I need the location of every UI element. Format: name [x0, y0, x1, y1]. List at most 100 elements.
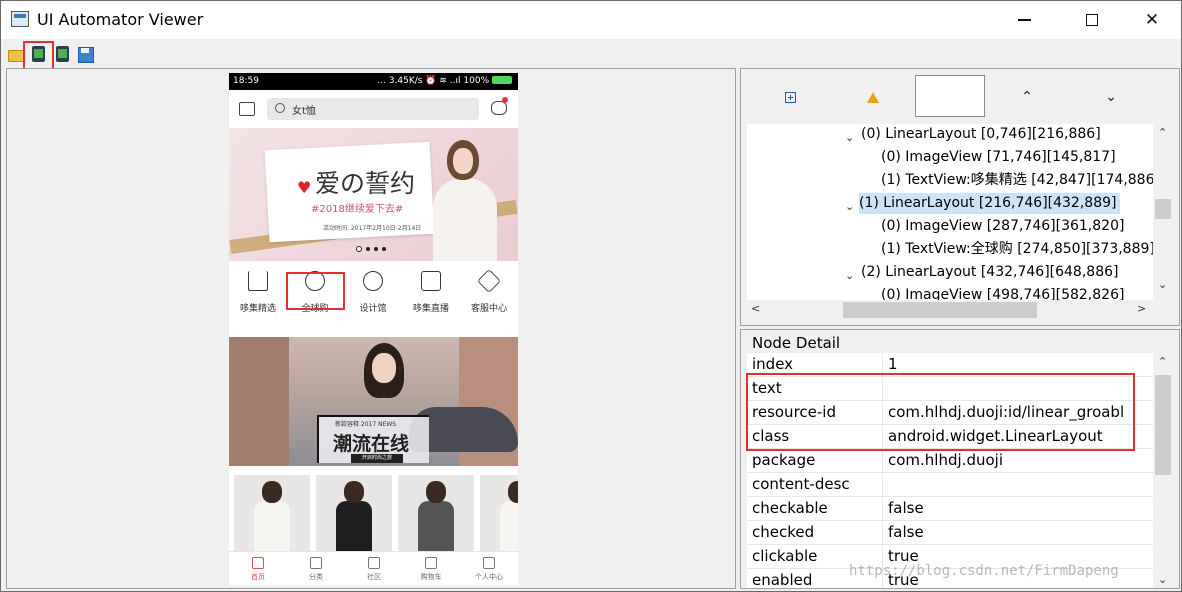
heart-icon: ♥	[297, 178, 312, 197]
selected-node-highlight	[286, 272, 345, 310]
watermark: https://blog.csdn.net/FirmDapeng	[849, 563, 1119, 579]
expand-all-button[interactable]	[778, 85, 802, 109]
tree-node[interactable]: (0) LinearLayout [0,746][216,886]	[861, 124, 1101, 145]
design-icon	[363, 271, 383, 291]
scroll-right-icon[interactable]: >	[1137, 302, 1146, 315]
close-button[interactable]: ✕	[1129, 1, 1175, 39]
product-thumbnail[interactable]	[234, 475, 310, 551]
banner-subtitle: #2018继续爱下去#	[311, 204, 404, 215]
phone-search-text: 女t恤	[292, 106, 316, 117]
expand-icon	[784, 91, 796, 103]
category-item[interactable]: 哆集精选	[229, 261, 287, 329]
banner-date: 活动时间: 2017年2月10日-2月14日	[323, 225, 422, 232]
promo-building-left	[229, 337, 289, 466]
tree-node[interactable]: (2) LinearLayout [432,746][648,886]	[861, 262, 1118, 283]
property-row[interactable]: package com.hlhdj.duoji	[747, 449, 1153, 473]
category-item[interactable]: 哆集直播	[402, 261, 460, 329]
product-thumbnail[interactable]	[480, 475, 518, 551]
minimize-button[interactable]	[1001, 1, 1047, 39]
window-title: UI Automator Viewer	[37, 10, 204, 29]
device-screenshot[interactable]: 18:59 ... 3.45K/s ⏰ ≋ ..ıl 100% 女t恤 ♥ 爱の…	[229, 73, 518, 585]
scroll-thumb[interactable]	[843, 302, 1037, 318]
status-indicators: ... 3.45K/s ⏰ ≋ ..ıl 100%	[377, 76, 514, 86]
status-time: 18:59	[233, 76, 259, 86]
tab-cart[interactable]: 购物车	[402, 552, 460, 585]
product-thumbnail[interactable]	[316, 475, 392, 551]
carousel-dots	[356, 246, 392, 255]
tree-node[interactable]: (0) ImageView [498,746][582,826]	[881, 285, 1124, 300]
warning-toggle-button[interactable]	[861, 85, 885, 109]
fashion-promo-banner[interactable]: 新款容释 2017 NEWS 潮流在线 开启时尚之旅	[229, 337, 518, 466]
hierarchy-tree[interactable]: ⌄ (0) LinearLayout [0,746][216,886] (0) …	[747, 124, 1153, 300]
star-icon	[476, 268, 502, 294]
notification-dot	[502, 97, 508, 103]
checkin-icon[interactable]	[239, 102, 255, 116]
scroll-thumb[interactable]	[1155, 375, 1171, 475]
product-thumbnail[interactable]	[398, 475, 474, 551]
tab-category[interactable]: 分类	[287, 552, 345, 585]
tab-profile[interactable]: 个人中心	[460, 552, 518, 585]
scroll-left-icon[interactable]: <	[751, 302, 760, 315]
battery-icon	[492, 76, 512, 84]
hierarchy-pane: ⌃ ⌄ ⌄ (0) LinearLayout [0,746][216,886] …	[740, 68, 1180, 326]
tree-node[interactable]: (1) TextView:哆集精选 [42,847][174,886]	[881, 170, 1153, 191]
screenshot-pane[interactable]: 18:59 ... 3.45K/s ⏰ ≋ ..ıl 100% 女t恤 ♥ 爱の…	[6, 68, 736, 589]
tab-community[interactable]: 社区	[345, 552, 403, 585]
filter-input[interactable]	[915, 75, 985, 117]
maximize-icon	[1086, 14, 1098, 26]
save-icon[interactable]	[77, 46, 94, 63]
tree-node[interactable]: (0) ImageView [71,746][145,817]	[881, 147, 1116, 168]
scroll-down-icon[interactable]: ⌄	[1158, 573, 1167, 586]
promo-button[interactable]: 开启时尚之旅	[351, 454, 403, 463]
promo-small-text: 新款容释 2017 NEWS	[335, 421, 397, 428]
category-row: 哆集精选 全球购 设计馆 哆集直播 客服中心	[229, 261, 518, 329]
product-thumbnails	[229, 471, 518, 551]
chevron-down-icon[interactable]: ⌄	[845, 200, 854, 213]
next-node-button[interactable]: ⌄	[1099, 85, 1123, 109]
crown-icon	[248, 271, 268, 291]
phone-tab-bar: 首页 分类 社区 购物车 个人中心	[229, 551, 518, 585]
promo-banner[interactable]: ♥ 爱の誓约 #2018继续爱下去# 活动时间: 2017年2月10日-2月14…	[229, 128, 518, 261]
maximize-button[interactable]	[1069, 1, 1115, 39]
chevron-down-icon[interactable]: ⌄	[845, 269, 854, 282]
tree-horizontal-scrollbar[interactable]: < >	[747, 300, 1153, 320]
tree-vertical-scrollbar[interactable]: ⌃ ⌄	[1153, 124, 1173, 300]
properties-vertical-scrollbar[interactable]: ⌃ ⌄	[1153, 353, 1173, 588]
scroll-thumb[interactable]	[1155, 199, 1171, 219]
minimize-icon	[1017, 19, 1031, 21]
phone-search-box[interactable]: 女t恤	[267, 98, 479, 120]
property-row[interactable]: checkable false	[747, 497, 1153, 521]
cart-icon	[425, 557, 437, 569]
tv-icon	[421, 271, 441, 291]
category-item[interactable]: 设计馆	[344, 261, 402, 329]
property-row[interactable]: checked false	[747, 521, 1153, 545]
category-item[interactable]: 客服中心	[460, 261, 518, 329]
title-bar: UI Automator Viewer ✕	[1, 1, 1181, 39]
home-icon	[252, 557, 264, 569]
properties-highlight-box	[746, 373, 1135, 451]
scroll-up-icon[interactable]: ⌃	[1158, 355, 1167, 368]
message-icon[interactable]	[491, 101, 507, 115]
property-row[interactable]: content-desc	[747, 473, 1153, 497]
grid-icon	[310, 557, 322, 569]
search-icon	[275, 103, 285, 113]
tree-node[interactable]: (0) ImageView [287,746][361,820]	[881, 216, 1124, 237]
tree-node-selected[interactable]: (1) LinearLayout [216,746][432,889]	[859, 193, 1121, 214]
node-detail-pane: Node Detail index 1 text resource-id com.h…	[740, 329, 1180, 589]
tab-home[interactable]: 首页	[229, 552, 287, 585]
warning-icon	[867, 91, 879, 103]
open-icon[interactable]	[7, 46, 24, 62]
tree-node[interactable]: (1) TextView:全球购 [274,850][373,889]	[881, 239, 1153, 260]
banner-title: 爱の誓约	[315, 169, 416, 198]
previous-node-button[interactable]: ⌃	[1015, 85, 1039, 109]
scroll-down-icon[interactable]: ⌄	[1158, 278, 1167, 291]
chevron-down-icon[interactable]: ⌄	[845, 131, 854, 144]
app-icon	[11, 11, 29, 27]
phone-status-bar: 18:59 ... 3.45K/s ⏰ ≋ ..ıl 100%	[229, 73, 518, 90]
toolbar	[1, 39, 1181, 67]
cup-icon	[368, 557, 380, 569]
device-screenshot-compressed-icon[interactable]	[55, 46, 71, 62]
uiautomator-window: UI Automator Viewer ✕ 18:59 ... 3.45K/s …	[0, 0, 1182, 592]
scroll-up-icon[interactable]: ⌃	[1158, 126, 1167, 139]
user-icon	[483, 557, 495, 569]
